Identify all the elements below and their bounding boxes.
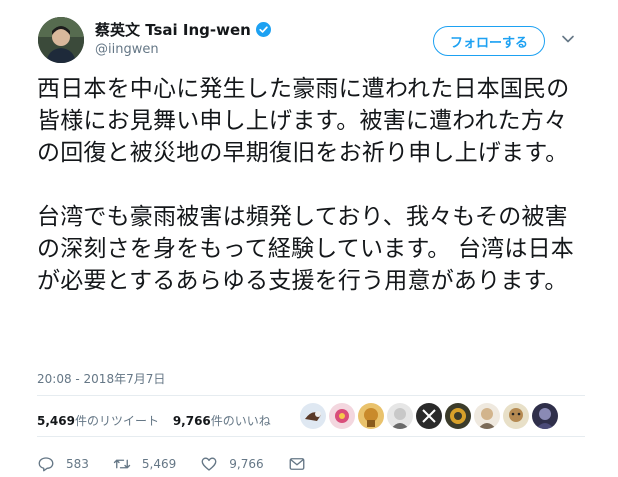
liker-avatar[interactable]	[300, 403, 326, 429]
retweet-stat[interactable]: 5,469件のリツイート	[37, 414, 159, 428]
like-stat[interactable]: 9,766件のいいね	[173, 414, 271, 428]
heart-icon	[201, 457, 217, 471]
tweet-stats: 5,469件のリツイート 9,766件のいいね	[37, 412, 281, 429]
retweet-button[interactable]: 5,469	[113, 455, 176, 473]
retweet-icon	[113, 459, 131, 469]
direct-message-button[interactable]	[288, 455, 317, 473]
liker-avatar[interactable]	[329, 403, 355, 429]
retweet-stat-count: 5,469	[37, 414, 75, 428]
follow-button[interactable]: フォローする	[433, 26, 545, 56]
liker-avatar[interactable]	[387, 403, 413, 429]
reply-button[interactable]: 583	[37, 455, 89, 473]
retweet-count: 5,469	[141, 457, 177, 471]
like-stat-label: 件のいいね	[210, 414, 271, 428]
liker-avatar[interactable]	[445, 403, 471, 429]
reply-count: 583	[66, 457, 89, 471]
liker-avatar[interactable]	[358, 403, 384, 429]
liker-avatar[interactable]	[416, 403, 442, 429]
tweet-text: 西日本を中心に発生した豪雨に遭われた日本国民の皆様にお見舞い申し上げます。被害に…	[37, 73, 582, 329]
envelope-icon	[289, 458, 305, 470]
liker-avatar[interactable]	[503, 403, 529, 429]
avatar-photo-icon	[38, 17, 84, 63]
liker-avatar[interactable]	[474, 403, 500, 429]
like-button[interactable]: 9,766	[200, 455, 264, 473]
divider	[37, 395, 585, 396]
user-handle[interactable]: @iingwen	[95, 42, 159, 57]
liker-avatar[interactable]	[532, 403, 558, 429]
tweet-actions: 583 5,469 9,766	[37, 455, 341, 473]
like-count: 9,766	[229, 457, 264, 471]
liker-avatars	[300, 403, 561, 429]
divider	[37, 436, 585, 437]
display-name[interactable]: 蔡英文 Tsai Ing-wen	[95, 19, 271, 40]
like-stat-count: 9,766	[172, 414, 211, 428]
avatar[interactable]	[38, 17, 84, 63]
verified-badge-icon	[255, 22, 271, 37]
tweet-timestamp[interactable]: 20:08 - 2018年7月7日	[37, 370, 165, 387]
chevron-down-icon[interactable]	[561, 32, 575, 46]
tweet-paragraph: 台湾でも豪雨被害は頻発しており、我々もその被害の深刻さを身をもって経験しています…	[37, 204, 574, 294]
reply-icon	[38, 457, 54, 472]
retweet-stat-label: 件のリツイート	[74, 414, 159, 428]
display-name-text: 蔡英文 Tsai Ing-wen	[95, 21, 251, 39]
tweet-paragraph: 西日本を中心に発生した豪雨に遭われた日本国民の皆様にお見舞い申し上げます。被害に…	[37, 76, 570, 166]
